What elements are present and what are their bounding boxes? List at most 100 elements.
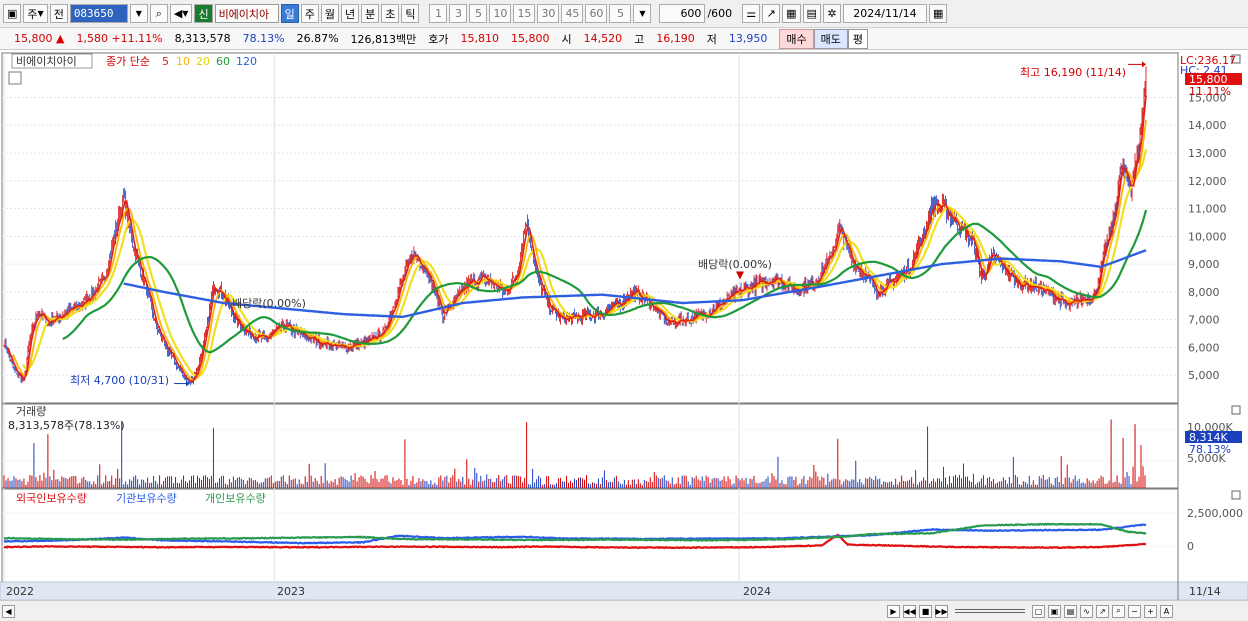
speaker-button[interactable]: ◀ ▼: [169, 4, 193, 23]
legend-ma60: 60: [216, 55, 230, 68]
font-size-icon[interactable]: A: [1160, 604, 1173, 618]
trend-icon[interactable]: ↗: [1096, 604, 1109, 618]
zoom-in-icon[interactable]: +: [1144, 604, 1157, 618]
legend-ma10: 10: [176, 55, 190, 68]
window-icon[interactable]: ▢: [1032, 604, 1045, 618]
interval-button-2[interactable]: 월: [320, 4, 339, 23]
price-tick-7: 12,000: [1188, 175, 1227, 188]
volume-current-pct: 78.13%: [1189, 443, 1231, 456]
count-select[interactable]: 5: [609, 4, 632, 23]
sell-button[interactable]: 매도: [813, 28, 848, 49]
period-select[interactable]: 주 ▼: [23, 4, 48, 23]
price-change: 1,580 +11.11%: [70, 32, 168, 45]
volume-value: 8,313,578: [174, 32, 231, 45]
interval-button-3[interactable]: 년: [340, 4, 360, 23]
pane-close-icon-1[interactable]: [1231, 405, 1241, 415]
high-label: 고: [634, 32, 645, 46]
pane-close-icon-2[interactable]: [1231, 490, 1241, 500]
date-input[interactable]: 2024/11/14: [842, 4, 927, 23]
open-value: 14,520: [583, 32, 623, 45]
fast-forward-icon[interactable]: ▶▶: [935, 604, 948, 618]
zoom-out-icon[interactable]: −: [1128, 604, 1141, 618]
legend-ma5: 5: [162, 55, 169, 68]
current-pct-label: 11.11%: [1189, 85, 1231, 98]
price-tick-1: 6,000: [1188, 341, 1220, 354]
price-tick-2: 7,000: [1188, 314, 1220, 327]
multiplier-button-7[interactable]: 60: [585, 4, 608, 23]
legend-ma120: 120: [236, 55, 257, 68]
save-icon[interactable]: ▤: [802, 4, 821, 23]
legend-stock-name: 비에이치아이: [16, 55, 77, 68]
legend-ma-label: 종가 단순: [106, 55, 150, 68]
interval-button-5[interactable]: 초: [381, 4, 400, 23]
trade-amount: 126,813백만: [350, 32, 417, 46]
bid1-value: 15,810: [460, 32, 500, 45]
indicator-icon[interactable]: ∿: [1080, 604, 1093, 618]
xlabel-2023: 2023: [277, 585, 305, 598]
chevron-down-icon: ▼: [182, 9, 189, 18]
rewind-icon[interactable]: ◀◀: [903, 604, 916, 618]
price-tick-8: 13,000: [1188, 147, 1227, 160]
interval-button-4[interactable]: 분: [361, 4, 380, 23]
volume-value-label: 8,313,578주(78.13%): [8, 419, 125, 432]
bid-label: 호가: [428, 32, 449, 46]
new-badge: 신: [194, 4, 213, 23]
prev-button[interactable]: 전: [49, 4, 68, 23]
ownership-tick-2500000: 2,500,000: [1187, 507, 1243, 520]
buy-button[interactable]: 매수: [779, 28, 814, 49]
toolbar: ▣ 주 ▼ 전 083650 ▼ ⌕ ◀ ▼ 신 비에이치아 일주월년분초틱 135…: [0, 0, 1248, 28]
ownership-tick-0: 0: [1187, 540, 1194, 553]
legend-institution: 기관보유수량: [116, 492, 177, 505]
zoom-icon[interactable]: ⌕: [1112, 604, 1125, 618]
price-value: 15,800: [14, 32, 53, 45]
stock-name-field[interactable]: 비에이치아: [214, 4, 279, 23]
stop-icon[interactable]: ■: [919, 604, 932, 618]
low-value: 13,950: [728, 32, 768, 45]
legend-individual: 개인보유수량: [205, 492, 266, 505]
tile-icon[interactable]: ▣: [1048, 604, 1061, 618]
interval-button-6[interactable]: 틱: [401, 4, 420, 23]
xlabel-2022: 2022: [6, 585, 34, 598]
layout-icon[interactable]: ▣: [3, 4, 22, 23]
high-annotation: 최고 16,190 (11/14): [1020, 66, 1126, 79]
multiplier-button-3[interactable]: 10: [489, 4, 512, 23]
open-label: 시: [561, 32, 572, 46]
stock-code-input[interactable]: 083650: [69, 4, 128, 23]
multiplier-button-4[interactable]: 15: [513, 4, 536, 23]
multiplier-button-2[interactable]: 5: [469, 4, 488, 23]
scroll-left-icon[interactable]: ◀: [2, 604, 15, 618]
count-dropdown[interactable]: ▼: [633, 4, 652, 23]
candle-type-icon[interactable]: ⚌: [742, 4, 761, 23]
high-value: 16,190: [656, 32, 695, 45]
interval-button-1[interactable]: 주: [300, 4, 319, 23]
chevron-down-icon: ▼: [37, 9, 44, 18]
zoom-slider[interactable]: [955, 609, 1025, 613]
avg-button[interactable]: 평: [847, 28, 869, 49]
search-button[interactable]: ⌕: [149, 4, 168, 23]
multiplier-button-0[interactable]: 1: [429, 4, 448, 23]
multiplier-button-1[interactable]: 3: [449, 4, 468, 23]
table-toggle-icon[interactable]: [8, 71, 22, 85]
multiplier-button-5[interactable]: 30: [537, 4, 560, 23]
gear-icon[interactable]: ✲: [822, 4, 841, 23]
price-tick-3: 8,000: [1188, 286, 1220, 299]
x-end-label: 11/14: [1189, 585, 1221, 598]
cascade-icon[interactable]: ▤: [1064, 604, 1077, 618]
view-count-input[interactable]: 600: [659, 4, 706, 23]
legend-ma20: 20: [196, 55, 210, 68]
code-dropdown-button[interactable]: ▼: [129, 4, 148, 23]
grid-icon[interactable]: ▦: [782, 4, 801, 23]
period-label: 주: [27, 7, 38, 21]
interval-button-0[interactable]: 일: [280, 4, 299, 23]
stock-chart[interactable]: 5,000 6,000 7,000 8,000 9,000 10,000 11,000 12,…: [0, 52, 1248, 600]
chart-scrollbar: ◀ ▶ ◀◀ ■ ▶▶ ▢ ▣ ▤ ∿ ↗ ⌕ − + A: [0, 600, 1248, 621]
play-icon[interactable]: ▶: [887, 604, 900, 618]
xlabel-2024: 2024: [743, 585, 771, 598]
multiplier-button-6[interactable]: 45: [561, 4, 584, 23]
calendar-icon[interactable]: ▦: [928, 4, 948, 23]
bid2-value: 15,800: [511, 32, 550, 45]
drawing-tool-icon[interactable]: ↗: [762, 4, 781, 23]
low-label: 저: [706, 32, 717, 46]
dividend-annotation-2: 배당락(0.00%): [698, 258, 772, 271]
low-annotation: 최저 4,700 (10/31): [70, 374, 169, 387]
